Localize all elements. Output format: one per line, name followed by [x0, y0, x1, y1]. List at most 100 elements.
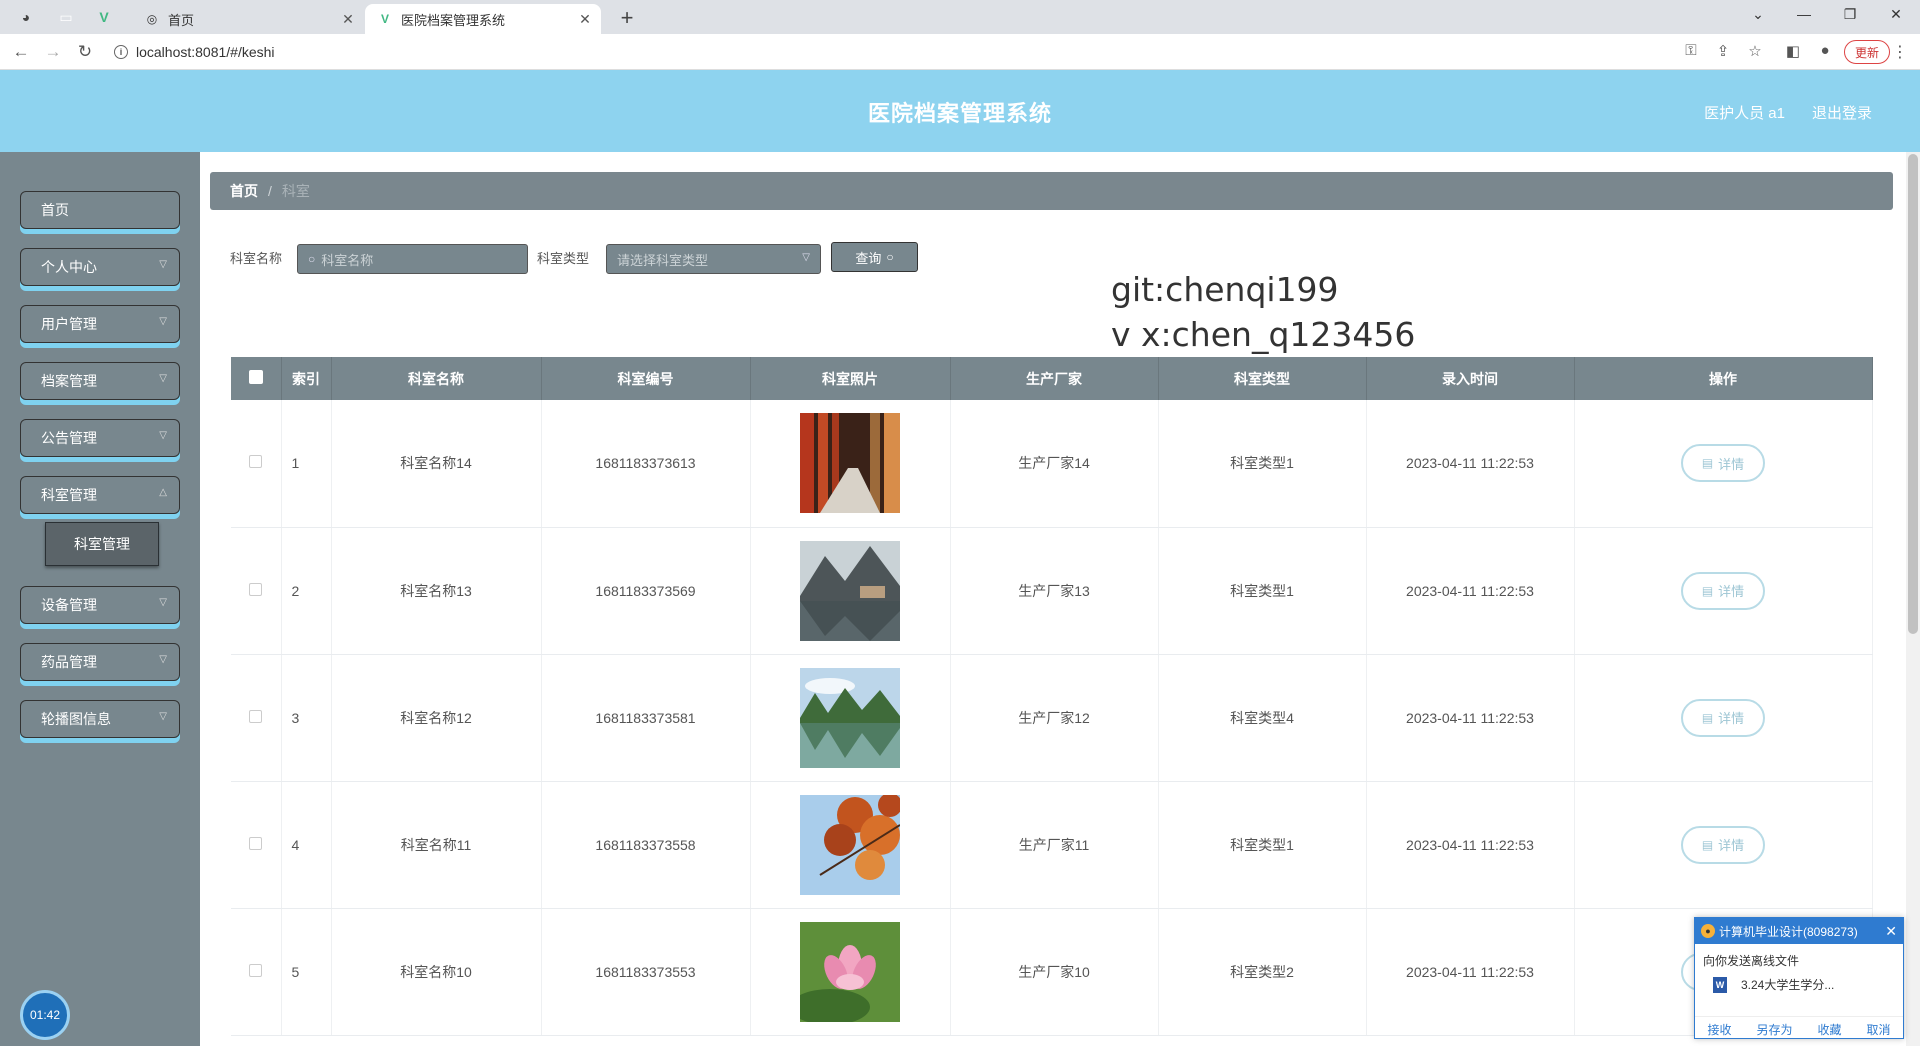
qq-penguin-icon: ● [1701, 924, 1715, 938]
menu-personal-center[interactable]: 个人中心 ▽ [20, 248, 180, 286]
department-code: 1681183373553 [541, 908, 751, 1036]
type-search-label: 科室类型 [537, 251, 590, 266]
corridor-photo[interactable] [800, 413, 900, 514]
scroll-thumb[interactable] [1908, 154, 1918, 634]
key-icon[interactable]: ⚿ [1680, 42, 1702, 59]
chevron-down-icon: ▽ [159, 373, 167, 384]
detail-button[interactable]: ▤ 详情 [1681, 698, 1765, 737]
tab-title: 医院档案管理系统 [401, 12, 506, 28]
logout-button[interactable]: 退出登录 [1812, 102, 1872, 123]
notification-actions: 接收 另存为 收藏 取消 [1695, 1016, 1903, 1038]
department-type: 科室类型1 [1158, 781, 1367, 909]
lake-village-photo[interactable] [800, 540, 900, 641]
breadcrumb-home[interactable]: 首页 [230, 181, 258, 201]
globe-icon: ◎ [146, 12, 158, 26]
department-name: 科室名称12 [331, 654, 542, 782]
new-tab-button[interactable]: + [615, 5, 639, 31]
restore-button[interactable]: ❐ [1838, 6, 1862, 23]
menu-equipment-management[interactable]: 设备管理 ▽ [20, 586, 180, 624]
close-icon[interactable]: ✕ [1885, 923, 1897, 940]
maker: 生产厂家11 [950, 781, 1159, 909]
row-index: 2 [281, 527, 332, 655]
menu-label: 轮播图信息 [41, 711, 111, 727]
star-icon[interactable]: ☆ [1744, 42, 1766, 60]
department-code: 1681183373569 [541, 527, 751, 655]
notification-file[interactable]: W 3.24大学生学分... [1713, 976, 1834, 993]
document-icon: ▤ [1701, 710, 1714, 725]
menu-user-management[interactable]: 用户管理 ▽ [20, 305, 180, 343]
detail-label: 详情 [1718, 711, 1745, 726]
cancel-button[interactable]: 取消 [1866, 1021, 1890, 1038]
row-checkbox[interactable] [249, 836, 263, 850]
minimize-button[interactable]: — [1792, 6, 1816, 22]
department-name: 科室名称10 [331, 908, 542, 1036]
detail-button[interactable]: ▤ 详情 [1681, 444, 1765, 483]
menu-archive-management[interactable]: 档案管理 ▽ [20, 362, 180, 400]
department-name: 科室名称11 [331, 781, 542, 909]
overlay-git-text: git:chenqi199 [1111, 270, 1339, 309]
share-icon[interactable]: ⇪ [1712, 42, 1734, 60]
entry-time: 2023-04-11 11:22:53 [1366, 654, 1575, 782]
menu-label: 用户管理 [41, 316, 97, 332]
update-button[interactable]: 更新 [1844, 40, 1891, 64]
favorite-button[interactable]: 收藏 [1817, 1021, 1841, 1038]
column-header: 科室类型 [1158, 357, 1367, 400]
lotus-photo[interactable] [800, 921, 900, 1022]
browser-tab-bar: ◕ ▭ V ◎ 首页 ✕ V 医院档案管理系统 ✕ + ⌄ — ❐ ✕ [0, 0, 1920, 34]
type-select[interactable]: 请选择科室类型 ▽ [606, 244, 821, 274]
row-index: 1 [281, 400, 332, 528]
maker: 生产厂家10 [950, 908, 1159, 1036]
row-checkbox[interactable] [249, 455, 263, 469]
chevron-down-icon: ▽ [802, 252, 810, 263]
tab-home[interactable]: ◎ 首页 ✕ [132, 4, 364, 34]
detail-button[interactable]: ▤ 详情 [1681, 825, 1765, 864]
column-header: 生产厂家 [950, 357, 1159, 400]
menu-carousel-info[interactable]: 轮播图信息 ▽ [20, 700, 180, 738]
sidepanel-icon[interactable]: ◧ [1782, 42, 1804, 60]
table-row: 2 科室名称13 1681183373569 生产厂家13 科室类型1 2023… [231, 527, 1873, 655]
profile-icon[interactable]: ● [1814, 42, 1836, 59]
browser-logo-icon[interactable]: ◕ [16, 7, 36, 27]
department-type: 科室类型1 [1158, 400, 1367, 528]
scrollbar[interactable] [1906, 152, 1920, 1046]
row-checkbox[interactable] [249, 582, 263, 596]
breadcrumb-separator: / [268, 183, 272, 199]
department-code: 1681183373613 [541, 400, 751, 528]
reload-icon[interactable]: ↻ [74, 41, 96, 63]
close-window-button[interactable]: ✕ [1884, 6, 1908, 23]
tab-search-icon[interactable]: ⌄ [1746, 6, 1770, 23]
row-checkbox[interactable] [249, 709, 263, 723]
forward-icon[interactable]: → [42, 41, 64, 63]
detail-label: 详情 [1718, 584, 1745, 599]
department-type: 科室类型4 [1158, 654, 1367, 782]
info-icon[interactable]: i [114, 45, 128, 59]
department-name: 科室名称13 [331, 527, 542, 655]
save-as-button[interactable]: 另存为 [1756, 1021, 1792, 1038]
menu-icon[interactable]: ⋮ [1892, 42, 1908, 62]
submenu-department-management[interactable]: 科室管理 [45, 522, 159, 566]
select-all-checkbox[interactable] [248, 370, 263, 384]
back-icon[interactable]: ← [10, 41, 32, 63]
query-button[interactable]: 查询 ○ [831, 242, 918, 272]
menu-medicine-management[interactable]: 药品管理 ▽ [20, 643, 180, 681]
blank-page-icon[interactable]: ▭ [56, 7, 76, 27]
receive-button[interactable]: 接收 [1707, 1021, 1731, 1038]
name-search-input[interactable]: ○ 科室名称 [297, 244, 528, 274]
row-index: 5 [281, 908, 332, 1036]
url-field[interactable]: i localhost:8081/#/keshi [108, 38, 1668, 66]
menu-home[interactable]: 首页 [20, 191, 180, 229]
detail-button[interactable]: ▤ 详情 [1681, 571, 1765, 610]
tab-hospital[interactable]: V 医院档案管理系统 ✕ [365, 4, 601, 34]
menu-department-management[interactable]: 科室管理 △ [20, 476, 180, 514]
tab-title: 首页 [168, 12, 195, 28]
select-all-header [231, 357, 282, 400]
menu-label: 药品管理 [41, 654, 97, 670]
autumn-leaves-photo[interactable] [800, 794, 900, 895]
department-code: 1681183373581 [541, 654, 751, 782]
mountain-river-photo[interactable] [800, 667, 900, 768]
row-checkbox[interactable] [249, 963, 263, 977]
close-icon[interactable]: ✕ [575, 11, 595, 28]
vue-icon[interactable]: V [94, 7, 114, 27]
menu-notice-management[interactable]: 公告管理 ▽ [20, 419, 180, 457]
close-icon[interactable]: ✕ [338, 11, 358, 28]
